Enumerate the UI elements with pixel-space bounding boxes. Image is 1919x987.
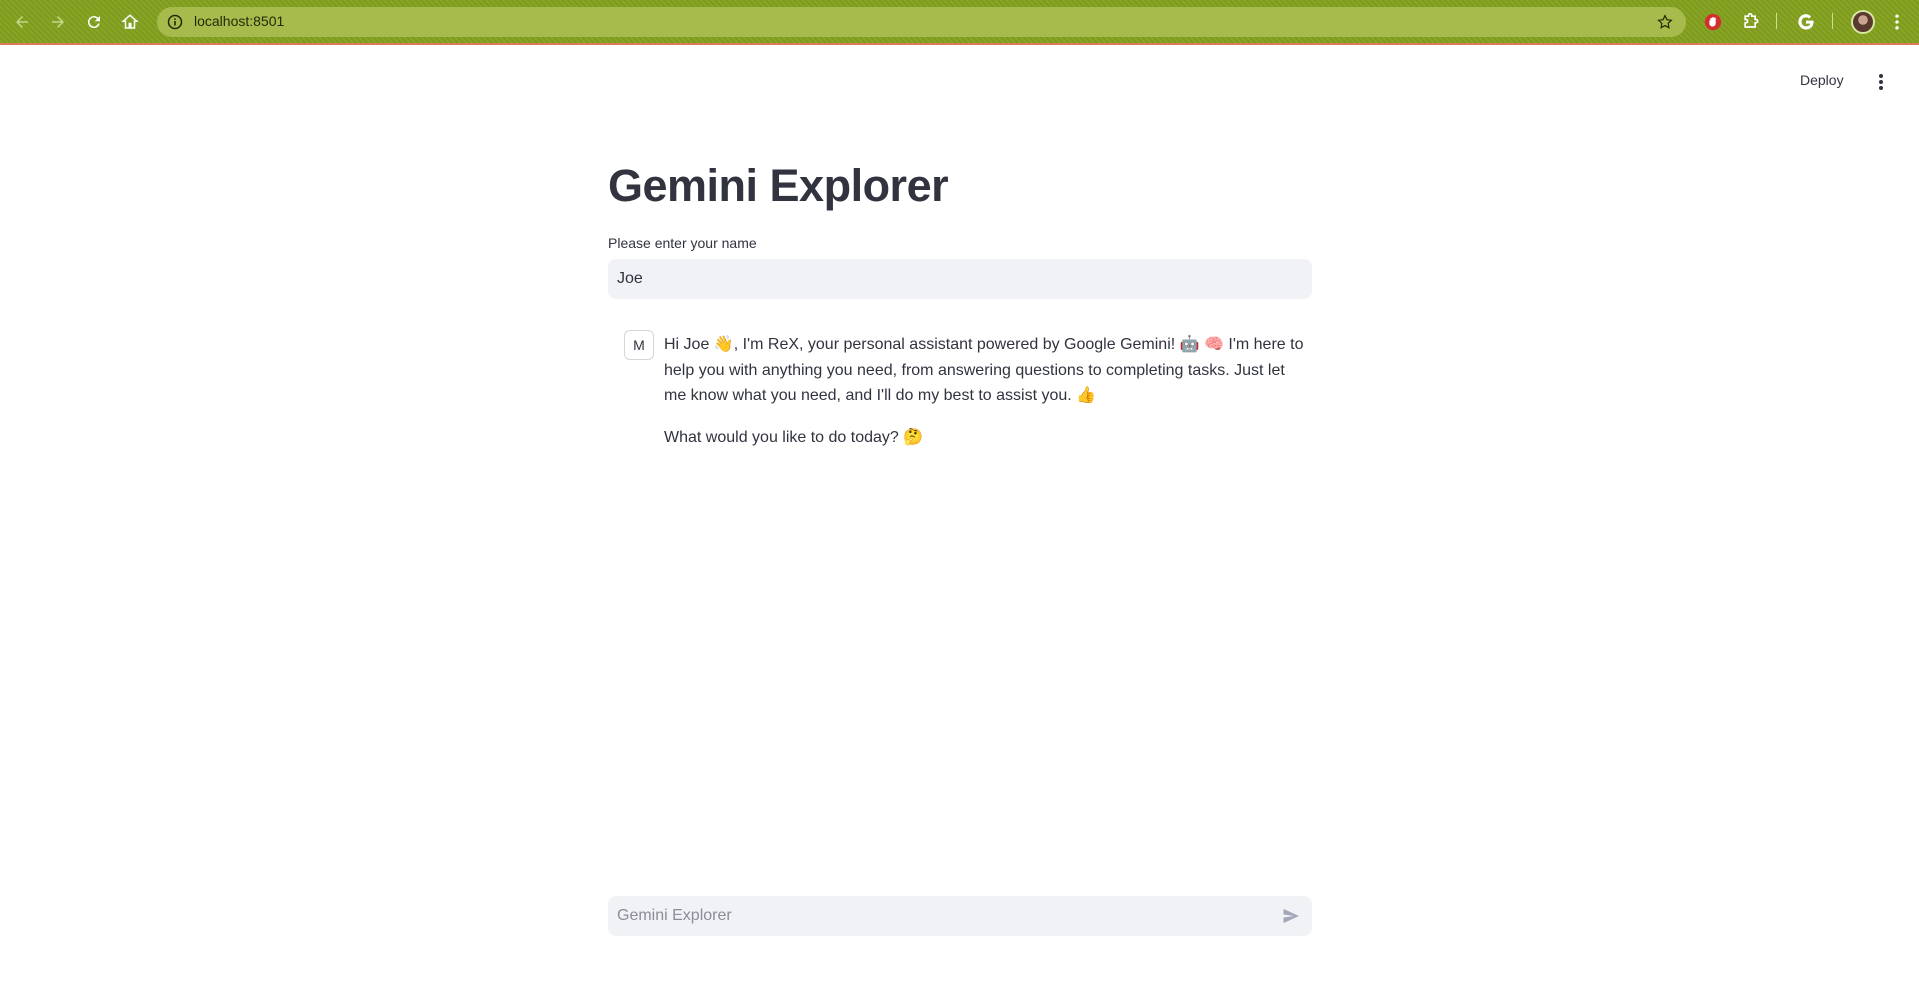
reload-icon: [87, 16, 100, 29]
extensions-puzzle-icon[interactable]: [1740, 11, 1762, 33]
home-icon: [121, 14, 139, 29]
browser-menu-icon[interactable]: [1886, 11, 1908, 33]
address-bar[interactable]: localhost:8501: [157, 7, 1686, 37]
name-field-label: Please enter your name: [608, 235, 757, 251]
forward-button[interactable]: [46, 10, 70, 34]
google-icon[interactable]: [1795, 11, 1817, 33]
home-button[interactable]: [118, 10, 142, 34]
url-text[interactable]: localhost:8501: [194, 13, 284, 29]
browser-toolbar: localhost:8501: [0, 0, 1919, 45]
app-menu-icon[interactable]: [1872, 72, 1890, 92]
menu-dot: [1879, 80, 1883, 84]
bookmark-star-icon[interactable]: [1656, 13, 1674, 31]
extension-stop-icon[interactable]: [1702, 11, 1724, 33]
page-title: Gemini Explorer: [608, 160, 949, 211]
toolbar-separator: [1776, 13, 1777, 29]
chat-input-container: [608, 896, 1312, 936]
chat-message-body: Hi Joe 👋, I'm ReX, your personal assista…: [664, 332, 1304, 466]
profile-avatar[interactable]: [1851, 10, 1875, 34]
toolbar-separator: [1832, 13, 1833, 29]
send-icon: [1283, 908, 1299, 924]
arrow-left-icon: [16, 16, 28, 28]
chat-paragraph-greeting: Hi Joe 👋, I'm ReX, your personal assista…: [664, 336, 1304, 404]
chat-paragraph-question: What would you like to do today? 🤔: [664, 428, 924, 446]
chat-input[interactable]: [608, 896, 1268, 936]
send-button[interactable]: [1280, 906, 1302, 926]
name-input[interactable]: [608, 259, 1312, 299]
reload-button[interactable]: [82, 10, 106, 34]
deploy-button[interactable]: Deploy: [1800, 72, 1844, 88]
assistant-avatar: M: [624, 330, 654, 360]
back-button[interactable]: [10, 10, 34, 34]
site-info-icon[interactable]: [167, 14, 183, 30]
menu-dot: [1879, 86, 1883, 90]
menu-dot: [1879, 74, 1883, 78]
arrow-right-icon: [52, 16, 64, 28]
